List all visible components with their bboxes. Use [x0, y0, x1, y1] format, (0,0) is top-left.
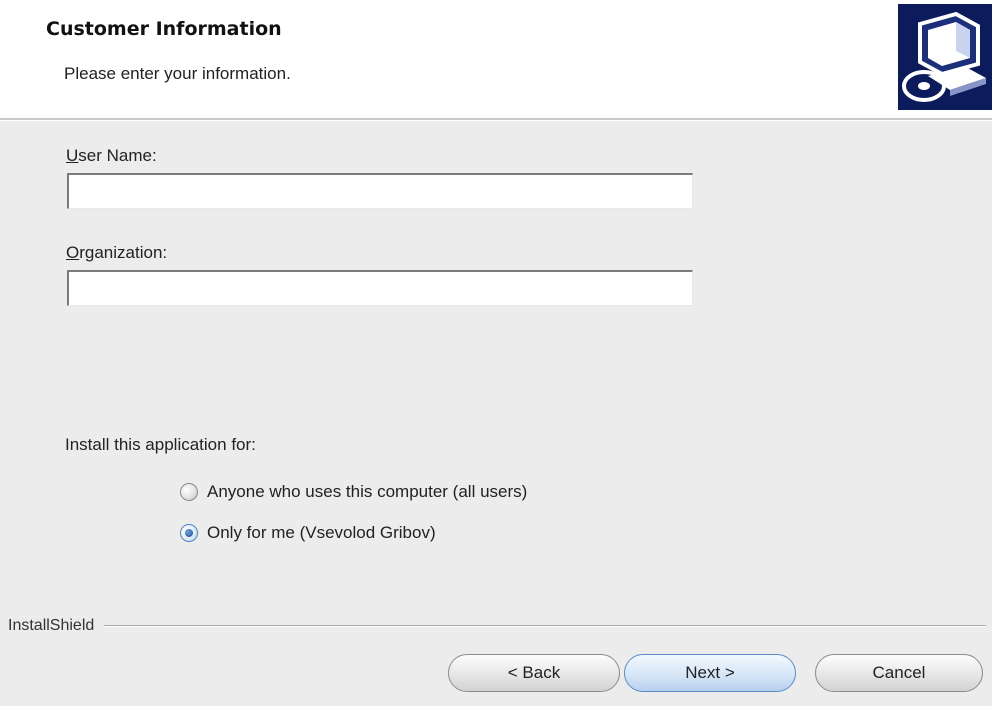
cancel-button[interactable]: Cancel: [815, 654, 983, 692]
radio-selected-dot: [185, 529, 193, 537]
page-title: Customer Information: [46, 18, 282, 40]
organization-mnemonic: O: [66, 243, 80, 262]
user-name-mnemonic: U: [66, 146, 79, 165]
next-button[interactable]: Next >: [624, 654, 796, 692]
radio-all-users-button[interactable]: [180, 483, 198, 501]
user-name-label: User Name:: [66, 146, 157, 166]
radio-only-me-button[interactable]: [180, 524, 198, 542]
radio-all-users[interactable]: Anyone who uses this computer (all users…: [180, 480, 527, 504]
header-separator: [0, 118, 992, 121]
organization-label: Organization:: [66, 243, 167, 263]
radio-all-users-label[interactable]: Anyone who uses this computer (all users…: [207, 482, 527, 502]
user-name-label-text: ser Name:: [78, 146, 157, 165]
back-button[interactable]: < Back: [448, 654, 620, 692]
footer-divider: [104, 625, 986, 627]
organization-label-text: rganization:: [79, 243, 168, 262]
user-name-input[interactable]: [67, 173, 693, 209]
installshield-label: InstallShield: [8, 617, 95, 634]
radio-only-me[interactable]: Only for me (Vsevolod Gribov): [180, 521, 436, 545]
installshield-brand: InstallShield: [8, 614, 992, 638]
install-for-label: Install this application for:: [65, 435, 256, 454]
organization-input[interactable]: [67, 270, 693, 306]
header-banner: Customer Information Please enter your i…: [0, 0, 992, 118]
page-subtitle: Please enter your information.: [64, 64, 291, 83]
installer-computer-icon: [898, 4, 992, 110]
radio-only-me-label[interactable]: Only for me (Vsevolod Gribov): [207, 523, 436, 543]
